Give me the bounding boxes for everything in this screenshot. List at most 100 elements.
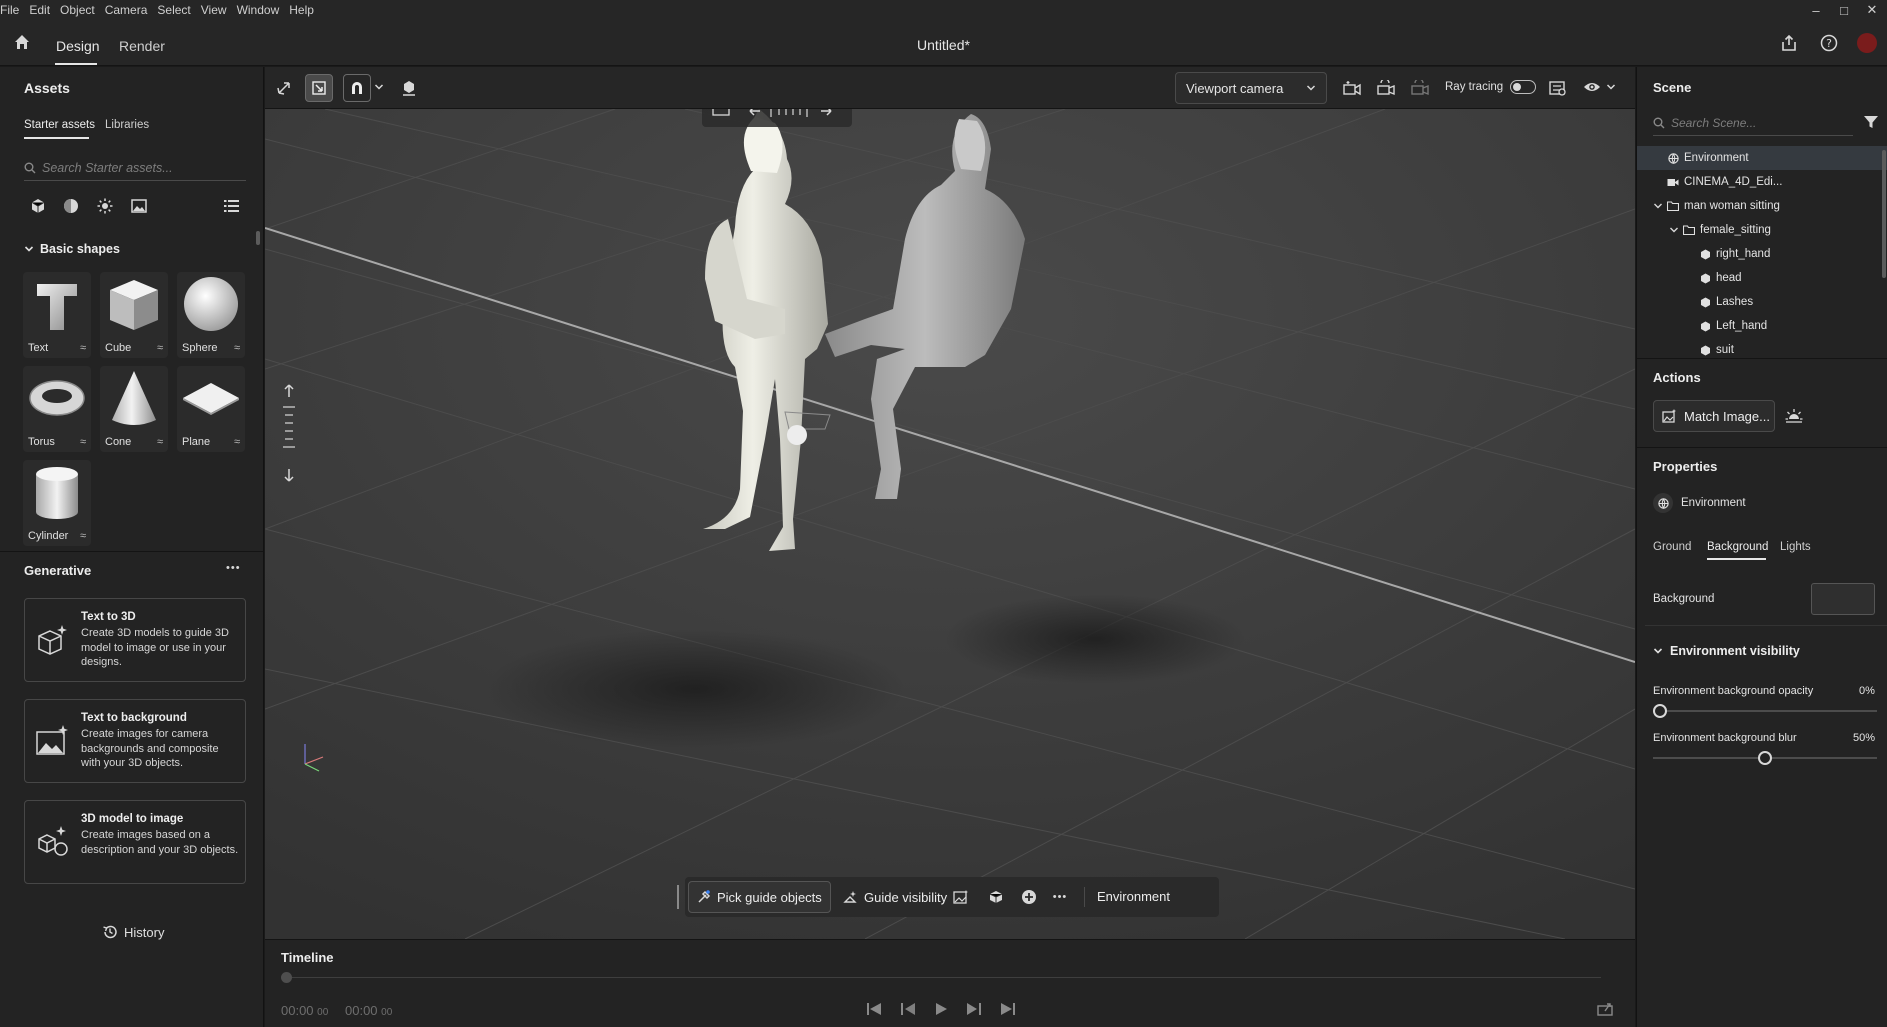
visibility-dropdown[interactable] [1583, 80, 1616, 94]
timeline-track[interactable] [281, 977, 1601, 978]
skip-to-end-icon[interactable] [1000, 1002, 1016, 1016]
close-button[interactable]: ✕ [1865, 2, 1879, 18]
shape-card-text[interactable]: Text ≈ [23, 272, 91, 358]
viewport-camera-dropdown[interactable]: Viewport camera [1175, 72, 1327, 104]
background-color-swatch[interactable] [1811, 583, 1875, 615]
chevron-down-icon[interactable] [374, 82, 384, 92]
3d-viewport[interactable]: Pick guide objects Guide visibility ••• … [265, 109, 1635, 939]
match-image-button[interactable]: Match Image... [1653, 400, 1775, 432]
camera-redo-icon[interactable] [1406, 74, 1434, 102]
shape-settings-icon[interactable]: ≈ [80, 530, 86, 542]
filter-icon[interactable] [1863, 114, 1879, 130]
menu-object[interactable]: Object [55, 0, 100, 20]
skip-to-start-icon[interactable] [866, 1002, 882, 1016]
menu-file[interactable]: File [0, 0, 24, 20]
camera-undo-icon[interactable] [1372, 74, 1400, 102]
environment-visibility-header[interactable]: Environment visibility [1653, 644, 1800, 658]
scene-item-lashes[interactable]: Lashes [1637, 290, 1887, 314]
scene-search[interactable]: Search Scene... [1653, 110, 1853, 136]
avatar[interactable] [1857, 33, 1877, 53]
select-tool-icon[interactable] [270, 74, 298, 102]
camera-pan-control[interactable] [702, 109, 852, 127]
more-icon[interactable]: ••• [1046, 883, 1074, 911]
more-options-icon[interactable]: ••• [226, 562, 241, 574]
timeline-playhead[interactable] [281, 972, 292, 983]
tab-lights[interactable]: Lights [1780, 541, 1811, 553]
share-icon[interactable] [1780, 34, 1798, 52]
opacity-slider-track[interactable] [1653, 710, 1877, 712]
shape-settings-icon[interactable]: ≈ [157, 436, 163, 448]
shape-card-cube[interactable]: Cube ≈ [100, 272, 168, 358]
text-to-background-card[interactable]: Text to background Create images for cam… [24, 699, 246, 783]
scene-item-environment[interactable]: Environment [1637, 146, 1887, 170]
scene-item-camera[interactable]: CINEMA_4D_Edi... [1637, 170, 1887, 194]
tab-starter-assets[interactable]: Starter assets [24, 119, 95, 131]
list-view-icon[interactable] [224, 199, 239, 213]
maximize-button[interactable]: □ [1837, 3, 1851, 18]
shape-card-torus[interactable]: Torus ≈ [23, 366, 91, 452]
menu-help[interactable]: Help [284, 0, 319, 20]
help-icon[interactable]: ? [1820, 34, 1838, 52]
snap-tool-icon[interactable] [343, 74, 371, 102]
scene-item-female-sitting[interactable]: female_sitting [1637, 218, 1887, 242]
window-controls: – □ ✕ [1809, 0, 1879, 20]
play-icon[interactable] [934, 1002, 948, 1016]
scene-item-left-hand[interactable]: Left_hand [1637, 314, 1887, 338]
render-settings-icon[interactable] [1544, 74, 1572, 102]
pick-guide-objects-button[interactable]: Pick guide objects [688, 881, 831, 913]
materials-filter-icon[interactable] [63, 198, 79, 214]
camera-add-icon[interactable] [1338, 74, 1366, 102]
transform-tool-icon[interactable] [305, 74, 333, 102]
models-filter-icon[interactable] [30, 198, 46, 214]
basic-shapes-header[interactable]: Basic shapes [24, 242, 120, 256]
images-filter-icon[interactable] [131, 198, 147, 214]
blur-slider-knob[interactable] [1758, 751, 1772, 765]
guide-visibility-button[interactable]: Guide visibility [842, 881, 947, 913]
tab-libraries[interactable]: Libraries [105, 119, 149, 131]
tab-ground[interactable]: Ground [1653, 541, 1691, 553]
chevron-down-icon[interactable] [1669, 225, 1679, 235]
shape-settings-icon[interactable]: ≈ [157, 342, 163, 354]
menu-camera[interactable]: Camera [100, 0, 153, 20]
add-icon[interactable] [1015, 883, 1043, 911]
3d-model-to-image-card[interactable]: 3D model to image Create images based on… [24, 800, 246, 884]
drop-to-ground-icon[interactable] [395, 74, 423, 102]
scene-scrollbar[interactable] [1882, 150, 1886, 278]
ray-tracing-toggle[interactable] [1510, 80, 1536, 94]
panel-scrollbar[interactable] [256, 231, 260, 245]
tab-background[interactable]: Background [1707, 541, 1768, 553]
history-button[interactable]: History [102, 924, 164, 940]
toolbar-grip[interactable] [677, 885, 679, 909]
shape-card-plane[interactable]: Plane ≈ [177, 366, 245, 452]
menu-edit[interactable]: Edit [24, 0, 55, 20]
shape-settings-icon[interactable]: ≈ [80, 342, 86, 354]
text-to-3d-card[interactable]: Text to 3D Create 3D models to guide 3D … [24, 598, 246, 682]
environment-guide-button[interactable]: Environment [1097, 889, 1170, 904]
image-guide-icon[interactable] [947, 883, 975, 911]
shape-settings-icon[interactable]: ≈ [234, 342, 240, 354]
shape-card-cylinder[interactable]: Cylinder ≈ [23, 460, 91, 546]
step-forward-icon[interactable] [966, 1002, 982, 1016]
shape-card-sphere[interactable]: Sphere ≈ [177, 272, 245, 358]
export-animation-icon[interactable] [1597, 1002, 1613, 1016]
step-back-icon[interactable] [900, 1002, 916, 1016]
model-guide-icon[interactable] [982, 883, 1010, 911]
sun-settings-icon[interactable] [1785, 408, 1803, 424]
opacity-slider-knob[interactable] [1653, 704, 1667, 718]
menu-view[interactable]: View [196, 0, 232, 20]
shape-settings-icon[interactable]: ≈ [234, 436, 240, 448]
menu-window[interactable]: Window [232, 0, 285, 20]
divider [1645, 625, 1887, 626]
viewport-canvas[interactable] [265, 109, 1635, 939]
svg-text:?: ? [1826, 37, 1832, 50]
menu-select[interactable]: Select [152, 0, 195, 20]
minimize-button[interactable]: – [1809, 3, 1823, 18]
lights-filter-icon[interactable] [97, 198, 113, 214]
scene-item-man-woman-sitting[interactable]: man woman sitting [1637, 194, 1887, 218]
asset-search[interactable]: Search Starter assets... [24, 155, 246, 181]
scene-item-head[interactable]: head [1637, 266, 1887, 290]
scene-item-right-hand[interactable]: right_hand [1637, 242, 1887, 266]
chevron-down-icon[interactable] [1653, 201, 1663, 211]
shape-settings-icon[interactable]: ≈ [80, 436, 86, 448]
shape-card-cone[interactable]: Cone ≈ [100, 366, 168, 452]
